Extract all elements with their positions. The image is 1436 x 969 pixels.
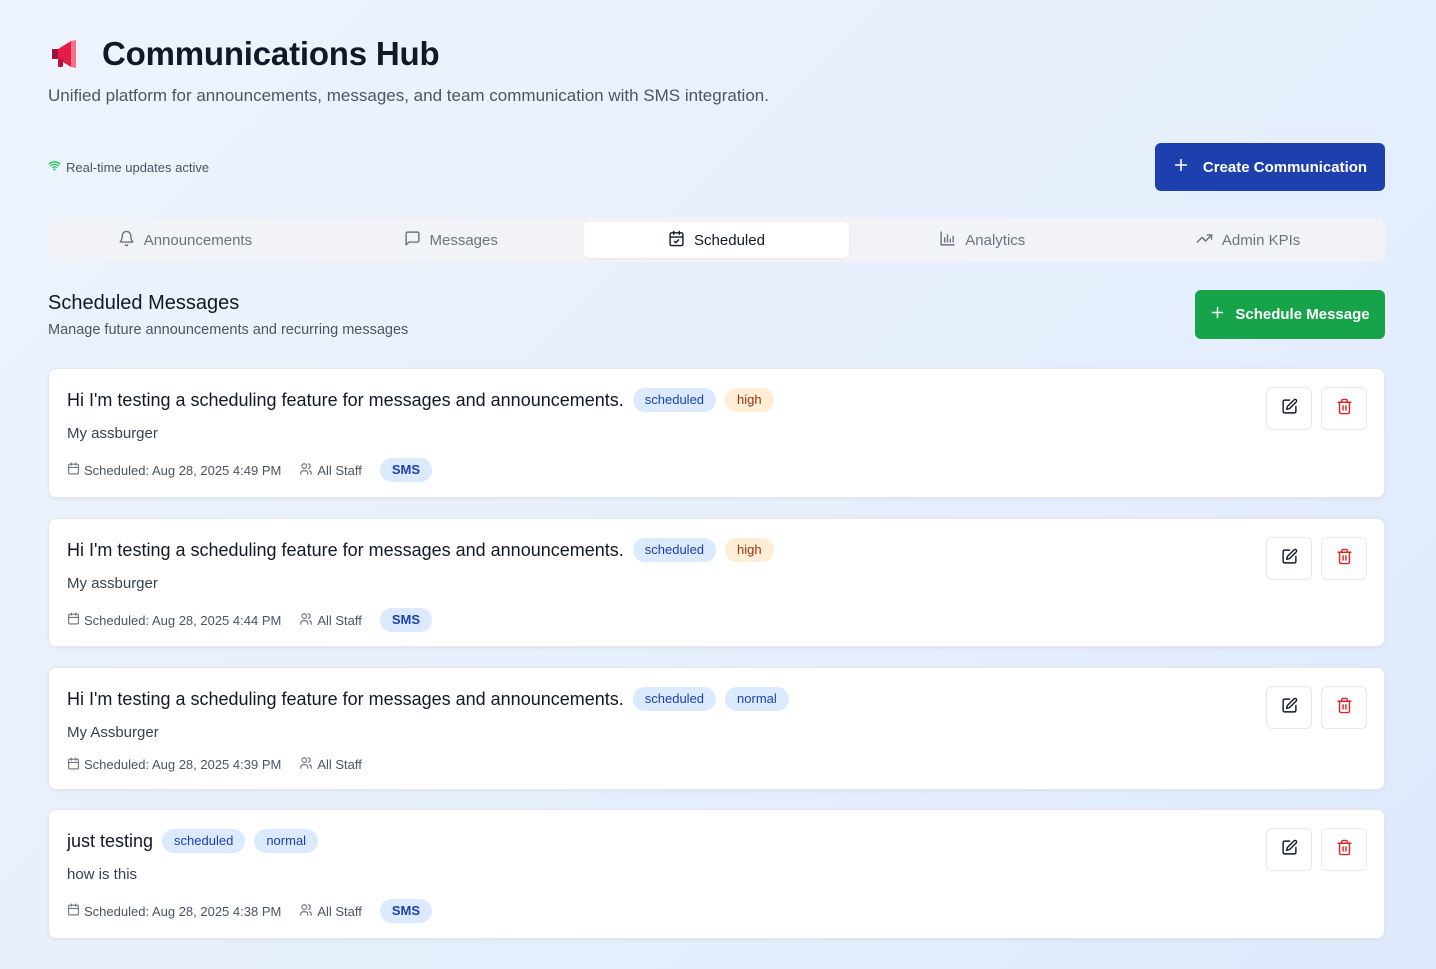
realtime-label: Real-time updates active xyxy=(66,159,210,175)
message-title: Hi I'm testing a scheduling feature for … xyxy=(67,539,624,560)
message-body: My assburger xyxy=(67,425,158,442)
edit-button[interactable] xyxy=(1266,686,1312,729)
create-communication-button[interactable]: Create Communication xyxy=(1155,143,1385,191)
trash-icon xyxy=(1336,398,1353,420)
priority-badge: normal xyxy=(254,829,319,853)
trending-up-icon xyxy=(1196,230,1213,251)
scheduled-time-label: Scheduled: Aug 28, 2025 4:44 PM xyxy=(84,612,282,628)
plus-icon xyxy=(1210,305,1225,324)
users-icon xyxy=(299,756,313,773)
calendar-icon xyxy=(67,903,80,919)
audience-label: All Staff xyxy=(317,757,362,772)
section-title: Scheduled Messages xyxy=(48,292,240,314)
scheduled-time: Scheduled: Aug 28, 2025 4:49 PM xyxy=(67,462,281,478)
tab-label: Announcements xyxy=(143,231,253,249)
edit-icon xyxy=(1281,839,1298,861)
tab-label: Admin KPIs xyxy=(1221,231,1301,249)
tab-admin-kpis[interactable]: Admin KPIs xyxy=(1115,222,1381,258)
message-body: My Assburger xyxy=(67,724,159,741)
edit-icon xyxy=(1281,548,1298,570)
audience-label: All Staff xyxy=(317,903,362,919)
audience: All Staff xyxy=(299,462,362,479)
scheduled-message-card: just testing scheduled normal how is thi… xyxy=(48,809,1385,939)
priority-badge: high xyxy=(725,538,774,562)
message-meta: Scheduled: Aug 28, 2025 4:38 PM All Staf… xyxy=(67,899,433,923)
section-subtitle: Manage future announcements and recurrin… xyxy=(48,322,409,338)
scheduled-message-card: Hi I'm testing a scheduling feature for … xyxy=(48,518,1385,647)
status-badge: scheduled xyxy=(632,538,717,562)
trash-icon xyxy=(1336,548,1353,570)
scheduled-message-card: Hi I'm testing a scheduling feature for … xyxy=(48,368,1385,498)
message-meta: Scheduled: Aug 28, 2025 4:39 PM All Staf… xyxy=(67,756,380,773)
audience: All Staff xyxy=(299,612,362,629)
status-badge: scheduled xyxy=(162,829,246,853)
status-badge: scheduled xyxy=(632,388,717,412)
tab-label: Scheduled xyxy=(694,231,765,249)
delete-button[interactable] xyxy=(1321,387,1367,430)
schedule-message-button[interactable]: Schedule Message xyxy=(1195,290,1385,339)
delete-button[interactable] xyxy=(1321,686,1367,729)
edit-button[interactable] xyxy=(1266,387,1312,430)
audience: All Staff xyxy=(299,756,362,773)
message-body: how is this xyxy=(67,866,138,883)
edit-icon xyxy=(1281,398,1298,420)
message-title: Hi I'm testing a scheduling feature for … xyxy=(67,389,624,410)
audience: All Staff xyxy=(299,903,362,920)
trash-icon xyxy=(1336,839,1353,861)
message-square-icon xyxy=(404,230,421,251)
tab-messages[interactable]: Messages xyxy=(318,222,584,258)
page-header: Communications Hub xyxy=(48,34,440,74)
tab-announcements[interactable]: Announcements xyxy=(52,222,318,258)
message-title: Hi I'm testing a scheduling feature for … xyxy=(67,688,624,709)
calendar-icon xyxy=(67,757,80,773)
sms-badge: SMS xyxy=(379,458,433,482)
scheduled-time: Scheduled: Aug 28, 2025 4:39 PM xyxy=(67,757,281,773)
calendar-icon xyxy=(67,462,80,478)
trash-icon xyxy=(1336,697,1353,719)
create-communication-label: Create Communication xyxy=(1202,158,1368,176)
edit-button[interactable] xyxy=(1266,828,1312,871)
calendar-icon xyxy=(67,612,80,628)
scheduled-time-label: Scheduled: Aug 28, 2025 4:49 PM xyxy=(84,462,282,478)
scheduled-time-label: Scheduled: Aug 28, 2025 4:38 PM xyxy=(84,903,282,919)
priority-badge: high xyxy=(725,388,774,412)
tab-bar: Announcements Messages Scheduled Analyti… xyxy=(48,218,1385,262)
bell-icon xyxy=(118,230,135,251)
tab-scheduled[interactable]: Scheduled xyxy=(583,222,850,258)
users-icon xyxy=(299,462,313,479)
priority-badge: normal xyxy=(725,687,789,711)
scheduled-message-card: Hi I'm testing a scheduling feature for … xyxy=(48,667,1385,790)
audience-label: All Staff xyxy=(317,612,362,628)
tab-label: Messages xyxy=(429,231,498,249)
tab-analytics[interactable]: Analytics xyxy=(849,222,1115,258)
message-title: just testing xyxy=(67,830,154,851)
delete-button[interactable] xyxy=(1321,828,1367,871)
calendar-check-icon xyxy=(668,230,685,251)
realtime-status: Real-time updates active xyxy=(48,159,209,175)
sms-badge: SMS xyxy=(379,899,433,923)
sms-badge: SMS xyxy=(379,608,433,632)
users-icon xyxy=(299,612,313,629)
megaphone-icon xyxy=(48,34,88,74)
message-body: My assburger xyxy=(67,575,158,592)
plus-icon xyxy=(1173,157,1189,177)
status-badge: scheduled xyxy=(632,687,717,711)
wifi-icon xyxy=(48,159,61,175)
scheduled-time-label: Scheduled: Aug 28, 2025 4:39 PM xyxy=(84,757,282,772)
audience-label: All Staff xyxy=(317,462,362,478)
page-title: Communications Hub xyxy=(102,35,440,72)
delete-button[interactable] xyxy=(1321,537,1367,580)
bar-chart-icon xyxy=(939,230,956,251)
scheduled-time: Scheduled: Aug 28, 2025 4:38 PM xyxy=(67,903,281,919)
tab-label: Analytics xyxy=(965,231,1026,249)
page-subtitle: Unified platform for announcements, mess… xyxy=(48,86,769,105)
edit-icon xyxy=(1281,697,1298,719)
edit-button[interactable] xyxy=(1266,537,1312,580)
users-icon xyxy=(299,903,313,920)
scheduled-time: Scheduled: Aug 28, 2025 4:44 PM xyxy=(67,612,281,628)
message-meta: Scheduled: Aug 28, 2025 4:49 PM All Staf… xyxy=(67,458,433,482)
message-meta: Scheduled: Aug 28, 2025 4:44 PM All Staf… xyxy=(67,608,433,632)
schedule-message-label: Schedule Message xyxy=(1235,306,1370,323)
